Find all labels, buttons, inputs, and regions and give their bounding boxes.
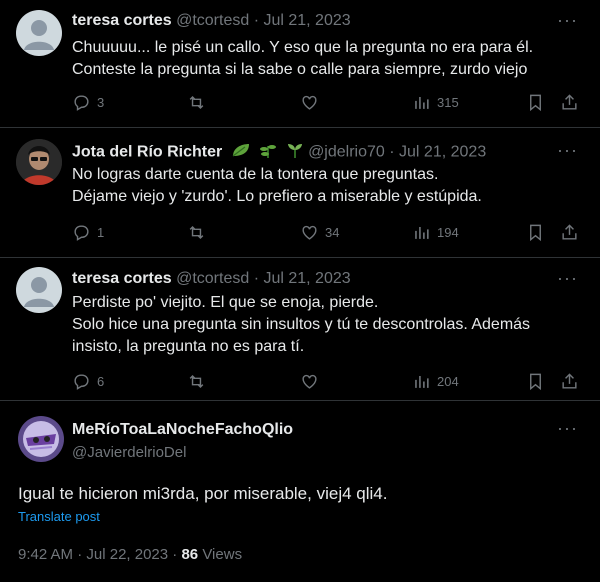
reply-icon: [74, 374, 89, 390]
share-icon: [562, 224, 577, 240]
post-header: Jota del Río Richter @jdelrio70 · Jul 21…: [72, 142, 486, 163]
views-count: 86: [181, 546, 199, 563]
post-footer: 9:42 AM · Jul 22, 2023 · 86 Views: [18, 546, 242, 563]
translate-post-link[interactable]: Translate post: [18, 509, 100, 524]
like-button[interactable]: [300, 93, 319, 112]
avatar[interactable]: [18, 416, 64, 462]
bookmark-button[interactable]: [526, 372, 545, 391]
views-count: 194: [437, 225, 459, 240]
post-text: Igual te hicieron mi3rda, por miserable,…: [18, 484, 388, 503]
more-icon[interactable]: ···: [557, 140, 578, 161]
author-handle[interactable]: @tcortesd: [176, 270, 249, 287]
user-photo-icon: [16, 139, 62, 185]
views-count: 204: [437, 374, 459, 389]
author-name[interactable]: teresa cortes: [72, 12, 172, 29]
like-icon: [302, 225, 317, 240]
views-button[interactable]: 315: [412, 93, 459, 112]
views-icon: [415, 226, 429, 239]
reply-count: 6: [97, 374, 105, 389]
reply-count: 3: [97, 95, 105, 110]
share-button[interactable]: [560, 372, 579, 391]
share-button[interactable]: [560, 93, 579, 112]
reply-button[interactable]: 6: [72, 372, 104, 391]
post-text: No logras darte cuenta de la tontera que…: [72, 166, 482, 205]
action-bar: 1 34 194: [72, 223, 582, 245]
reply-icon: [74, 95, 89, 111]
separator-dot: ·: [253, 12, 260, 29]
views-label: Views: [202, 546, 243, 563]
post-text: Perdiste po' viejito. El que se enoja, p…: [72, 294, 531, 355]
reply-post-2[interactable]: Jota del Río Richter @jdelrio70 · Jul 21…: [0, 127, 600, 258]
seedling-icon: [286, 142, 304, 163]
views-count: 315: [437, 95, 459, 110]
bookmark-icon: [530, 224, 541, 242]
like-button[interactable]: [300, 372, 319, 391]
bookmark-button[interactable]: [526, 223, 545, 242]
like-button[interactable]: 34: [300, 223, 339, 242]
author-handle[interactable]: @JavierdelrioDel: [72, 444, 186, 461]
reply-icon: [74, 225, 89, 241]
share-icon: [562, 373, 577, 389]
post-date[interactable]: Jul 21, 2023: [263, 12, 350, 29]
reply-button[interactable]: 1: [72, 223, 104, 242]
reply-post-1[interactable]: teresa cortes @tcortesd · Jul 21, 2023 ·…: [0, 0, 600, 128]
more-icon[interactable]: ···: [557, 418, 578, 439]
repost-icon: [189, 95, 204, 110]
action-bar: 6 204: [72, 372, 582, 394]
like-count: 34: [325, 225, 340, 240]
repost-icon: [189, 225, 204, 240]
author-handle[interactable]: @tcortesd: [176, 12, 249, 29]
repost-button[interactable]: [187, 223, 206, 242]
views-icon: [415, 375, 429, 388]
views-button[interactable]: 194: [412, 223, 459, 242]
profile-picture-icon: [18, 416, 64, 462]
share-icon: [562, 94, 577, 110]
views-button[interactable]: 204: [412, 372, 459, 391]
bookmark-button[interactable]: [526, 93, 545, 112]
separator-dot: ·: [172, 546, 178, 563]
post-date[interactable]: Jul 21, 2023: [263, 270, 350, 287]
post-text: Chuuuuu... le pisé un callo. Y eso que l…: [72, 39, 534, 78]
separator-dot: ·: [77, 546, 83, 563]
avatar[interactable]: [16, 139, 62, 185]
default-avatar-icon: [24, 277, 54, 307]
repost-button[interactable]: [187, 372, 206, 391]
reply-post-3[interactable]: teresa cortes @tcortesd · Jul 21, 2023 ·…: [0, 257, 600, 401]
post-header: teresa cortes @tcortesd · Jul 21, 2023: [72, 270, 351, 288]
avatar[interactable]: [16, 10, 62, 56]
views-icon: [415, 96, 429, 109]
author-name[interactable]: teresa cortes: [72, 270, 172, 287]
post-time[interactable]: 9:42 AM: [18, 546, 73, 563]
default-avatar-icon: [24, 20, 54, 50]
like-icon: [302, 95, 317, 110]
separator-dot: ·: [389, 143, 395, 161]
like-icon: [302, 374, 317, 389]
post-header: teresa cortes @tcortesd · Jul 21, 2023: [72, 12, 351, 30]
more-icon[interactable]: ···: [557, 10, 578, 31]
leaf-icon: [231, 142, 251, 163]
repost-button[interactable]: [187, 93, 206, 112]
herb-icon: [259, 142, 277, 163]
author-name[interactable]: MeRíoToaLaNocheFachoQlio: [72, 421, 293, 439]
author-handle[interactable]: @jdelrio70: [308, 144, 385, 161]
post-date[interactable]: Jul 22, 2023: [86, 546, 168, 563]
share-button[interactable]: [560, 223, 579, 242]
post-date[interactable]: Jul 21, 2023: [399, 144, 486, 161]
separator-dot: ·: [253, 270, 260, 287]
reply-count: 1: [97, 225, 105, 240]
more-icon[interactable]: ···: [557, 268, 578, 289]
author-name[interactable]: Jota del Río Richter: [72, 144, 222, 161]
avatar[interactable]: [16, 267, 62, 313]
bookmark-icon: [530, 94, 541, 112]
bookmark-icon: [530, 373, 541, 391]
reply-button[interactable]: 3: [72, 93, 104, 112]
repost-icon: [189, 374, 204, 389]
action-bar: 3 315: [72, 93, 582, 115]
